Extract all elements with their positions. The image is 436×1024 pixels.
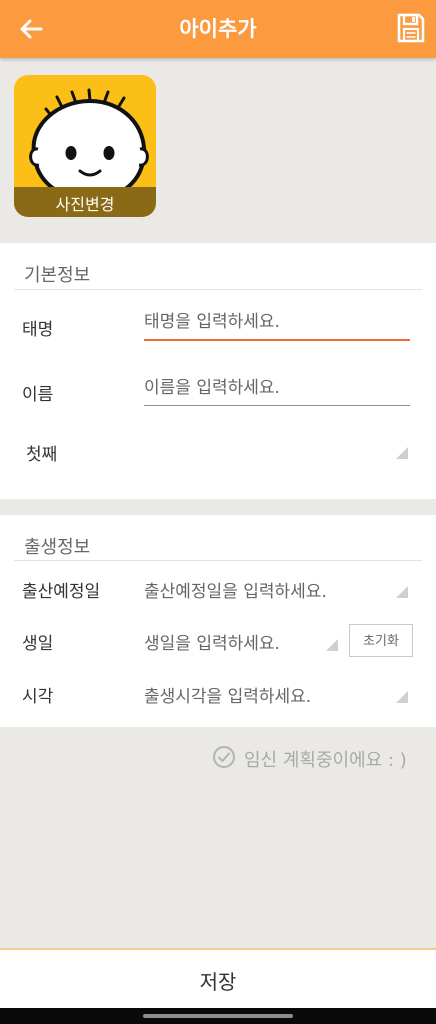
save-button-label: 저장 [199,970,237,994]
taemyeong-input[interactable]: 태명을 입력하세요. [144,309,410,341]
dropdown-arrow-icon[interactable] [396,586,408,598]
taemyeong-label: 태명 [22,320,54,340]
basic-info-title: 기본정보 [24,265,91,286]
app-header: 아이추가 [0,0,436,58]
photo-change-button[interactable]: 사진변경 [14,75,156,217]
due-date-label: 출산예정일 [22,582,101,602]
name-input[interactable]: 이름을 입력하세요. [144,375,410,406]
birthday-input[interactable]: 생일을 입력하세요. [144,629,280,654]
birthday-label: 생일 [22,634,54,654]
page-title: 아이추가 [179,17,257,41]
basic-info-card: 기본정보 태명 태명을 입력하세요. 이름 이름을 입력하세요. 첫째 [0,243,436,499]
birth-info-title: 출생정보 [24,537,91,558]
dropdown-arrow-icon[interactable] [326,639,338,651]
floppy-disk-icon[interactable] [396,12,426,44]
time-label: 시각 [22,687,54,707]
divider [14,289,422,290]
system-nav-bar [0,1008,436,1024]
name-label: 이름 [22,385,54,405]
dropdown-arrow-icon[interactable] [396,447,408,459]
save-button[interactable]: 저장 [0,948,436,1010]
photo-change-label: 사진변경 [14,187,156,217]
planning-label: 임신 계획중이에요 : ) [244,750,407,771]
birth-order-select[interactable]: 첫째 [26,440,57,465]
divider [14,560,422,561]
dropdown-arrow-icon[interactable] [396,691,408,703]
reset-button[interactable]: 초기화 [349,624,413,657]
due-date-input[interactable]: 출산예정일을 입력하세요. [144,577,327,602]
birth-info-card: 출생정보 출산예정일 출산예정일을 입력하세요. 생일 생일을 입력하세요. 시… [0,515,436,727]
check-circle-icon [213,746,235,768]
birth-time-input[interactable]: 출생시각을 입력하세요. [144,682,311,707]
home-indicator[interactable] [143,1014,293,1018]
